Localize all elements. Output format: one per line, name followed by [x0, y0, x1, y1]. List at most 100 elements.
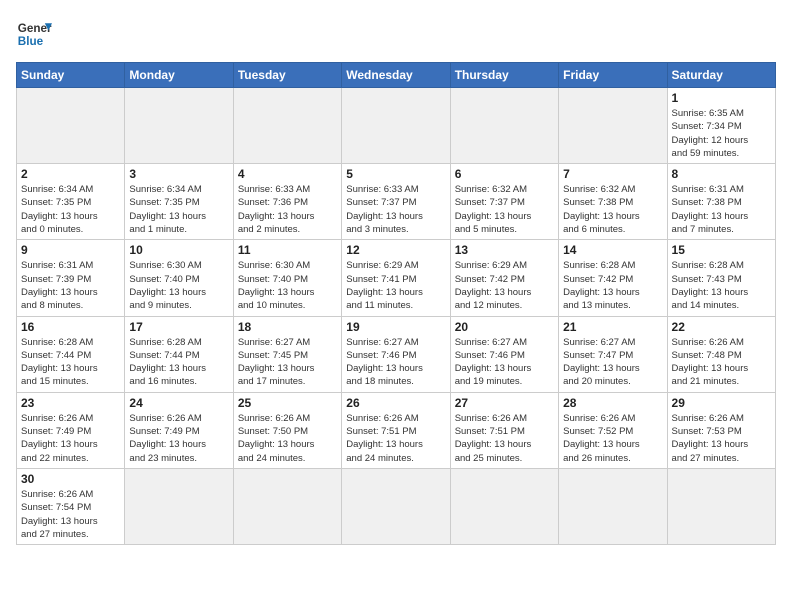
svg-text:Blue: Blue: [18, 35, 44, 48]
calendar-cell: [667, 468, 775, 544]
day-number: 20: [455, 320, 554, 334]
day-info: Sunrise: 6:29 AM Sunset: 7:41 PM Dayligh…: [346, 259, 445, 312]
day-info: Sunrise: 6:34 AM Sunset: 7:35 PM Dayligh…: [21, 183, 120, 236]
day-info: Sunrise: 6:33 AM Sunset: 7:36 PM Dayligh…: [238, 183, 337, 236]
day-number: 23: [21, 396, 120, 410]
calendar-cell: 11 Sunrise: 6:30 AM Sunset: 7:40 PM Dayli…: [233, 240, 341, 316]
day-number: 27: [455, 396, 554, 410]
day-number: 30: [21, 472, 120, 486]
day-number: 10: [129, 243, 228, 257]
day-number: 7: [563, 167, 662, 181]
calendar-cell: [450, 468, 558, 544]
day-number: 22: [672, 320, 771, 334]
weekday-header-thursday: Thursday: [450, 63, 558, 88]
calendar-cell: 8 Sunrise: 6:31 AM Sunset: 7:38 PM Daylig…: [667, 164, 775, 240]
day-info: Sunrise: 6:26 AM Sunset: 7:53 PM Dayligh…: [672, 412, 771, 465]
calendar-cell: 21 Sunrise: 6:27 AM Sunset: 7:47 PM Dayli…: [559, 316, 667, 392]
day-number: 9: [21, 243, 120, 257]
calendar-cell: 28 Sunrise: 6:26 AM Sunset: 7:52 PM Dayli…: [559, 392, 667, 468]
day-info: Sunrise: 6:26 AM Sunset: 7:50 PM Dayligh…: [238, 412, 337, 465]
calendar-cell: 1 Sunrise: 6:35 AM Sunset: 7:34 PM Daylig…: [667, 88, 775, 164]
calendar-cell: 26 Sunrise: 6:26 AM Sunset: 7:51 PM Dayli…: [342, 392, 450, 468]
calendar-cell: 30 Sunrise: 6:26 AM Sunset: 7:54 PM Dayli…: [17, 468, 125, 544]
calendar-cell: 29Sunrise: 6:26 AM Sunset: 7:53 PM Dayli…: [667, 392, 775, 468]
calendar-cell: [233, 88, 341, 164]
day-number: 14: [563, 243, 662, 257]
calendar-cell: [559, 468, 667, 544]
calendar-cell: 2Sunrise: 6:34 AM Sunset: 7:35 PM Daylig…: [17, 164, 125, 240]
day-info: Sunrise: 6:30 AM Sunset: 7:40 PM Dayligh…: [238, 259, 337, 312]
calendar-cell: 18 Sunrise: 6:27 AM Sunset: 7:45 PM Dayli…: [233, 316, 341, 392]
calendar-cell: 9Sunrise: 6:31 AM Sunset: 7:39 PM Daylig…: [17, 240, 125, 316]
day-number: 18: [238, 320, 337, 334]
day-info: Sunrise: 6:27 AM Sunset: 7:45 PM Dayligh…: [238, 336, 337, 389]
day-info: Sunrise: 6:32 AM Sunset: 7:38 PM Dayligh…: [563, 183, 662, 236]
day-number: 13: [455, 243, 554, 257]
calendar-cell: 7 Sunrise: 6:32 AM Sunset: 7:38 PM Daylig…: [559, 164, 667, 240]
calendar-cell: 19 Sunrise: 6:27 AM Sunset: 7:46 PM Dayli…: [342, 316, 450, 392]
day-number: 5: [346, 167, 445, 181]
day-info: Sunrise: 6:28 AM Sunset: 7:43 PM Dayligh…: [672, 259, 771, 312]
day-info: Sunrise: 6:27 AM Sunset: 7:47 PM Dayligh…: [563, 336, 662, 389]
day-info: Sunrise: 6:33 AM Sunset: 7:37 PM Dayligh…: [346, 183, 445, 236]
day-number: 15: [672, 243, 771, 257]
day-info: Sunrise: 6:26 AM Sunset: 7:49 PM Dayligh…: [129, 412, 228, 465]
calendar-cell: 14 Sunrise: 6:28 AM Sunset: 7:42 PM Dayli…: [559, 240, 667, 316]
calendar-cell: 23 Sunrise: 6:26 AM Sunset: 7:49 PM Dayli…: [17, 392, 125, 468]
day-number: 1: [672, 91, 771, 105]
calendar-cell: 10 Sunrise: 6:30 AM Sunset: 7:40 PM Dayli…: [125, 240, 233, 316]
calendar-table: SundayMondayTuesdayWednesdayThursdayFrid…: [16, 62, 776, 545]
calendar-cell: 15 Sunrise: 6:28 AM Sunset: 7:43 PM Dayli…: [667, 240, 775, 316]
day-number: 24: [129, 396, 228, 410]
weekday-header-sunday: Sunday: [17, 63, 125, 88]
calendar-cell: 4Sunrise: 6:33 AM Sunset: 7:36 PM Daylig…: [233, 164, 341, 240]
day-info: Sunrise: 6:28 AM Sunset: 7:42 PM Dayligh…: [563, 259, 662, 312]
day-info: Sunrise: 6:26 AM Sunset: 7:49 PM Dayligh…: [21, 412, 120, 465]
calendar-cell: [559, 88, 667, 164]
day-info: Sunrise: 6:26 AM Sunset: 7:51 PM Dayligh…: [346, 412, 445, 465]
day-info: Sunrise: 6:28 AM Sunset: 7:44 PM Dayligh…: [21, 336, 120, 389]
day-number: 28: [563, 396, 662, 410]
calendar-cell: 16Sunrise: 6:28 AM Sunset: 7:44 PM Dayli…: [17, 316, 125, 392]
day-info: Sunrise: 6:31 AM Sunset: 7:38 PM Dayligh…: [672, 183, 771, 236]
day-info: Sunrise: 6:27 AM Sunset: 7:46 PM Dayligh…: [346, 336, 445, 389]
calendar-cell: 20 Sunrise: 6:27 AM Sunset: 7:46 PM Dayli…: [450, 316, 558, 392]
calendar-cell: 13 Sunrise: 6:29 AM Sunset: 7:42 PM Dayli…: [450, 240, 558, 316]
calendar-cell: 22 Sunrise: 6:26 AM Sunset: 7:48 PM Dayli…: [667, 316, 775, 392]
day-info: Sunrise: 6:26 AM Sunset: 7:54 PM Dayligh…: [21, 488, 120, 541]
day-number: 17: [129, 320, 228, 334]
calendar-cell: [125, 88, 233, 164]
logo-icon: General Blue: [16, 16, 52, 52]
calendar-cell: 6 Sunrise: 6:32 AM Sunset: 7:37 PM Daylig…: [450, 164, 558, 240]
day-number: 12: [346, 243, 445, 257]
weekday-header-monday: Monday: [125, 63, 233, 88]
calendar-cell: [342, 468, 450, 544]
day-info: Sunrise: 6:26 AM Sunset: 7:51 PM Dayligh…: [455, 412, 554, 465]
day-info: Sunrise: 6:26 AM Sunset: 7:48 PM Dayligh…: [672, 336, 771, 389]
day-info: Sunrise: 6:32 AM Sunset: 7:37 PM Dayligh…: [455, 183, 554, 236]
calendar-cell: [17, 88, 125, 164]
weekday-header-wednesday: Wednesday: [342, 63, 450, 88]
day-number: 6: [455, 167, 554, 181]
day-number: 8: [672, 167, 771, 181]
day-info: Sunrise: 6:34 AM Sunset: 7:35 PM Dayligh…: [129, 183, 228, 236]
weekday-header-tuesday: Tuesday: [233, 63, 341, 88]
calendar-cell: 24 Sunrise: 6:26 AM Sunset: 7:49 PM Dayli…: [125, 392, 233, 468]
day-info: Sunrise: 6:30 AM Sunset: 7:40 PM Dayligh…: [129, 259, 228, 312]
day-number: 19: [346, 320, 445, 334]
calendar-cell: 25Sunrise: 6:26 AM Sunset: 7:50 PM Dayli…: [233, 392, 341, 468]
day-info: Sunrise: 6:29 AM Sunset: 7:42 PM Dayligh…: [455, 259, 554, 312]
calendar-cell: [450, 88, 558, 164]
day-info: Sunrise: 6:35 AM Sunset: 7:34 PM Dayligh…: [672, 107, 771, 160]
weekday-header-friday: Friday: [559, 63, 667, 88]
day-info: Sunrise: 6:27 AM Sunset: 7:46 PM Dayligh…: [455, 336, 554, 389]
page-header: General Blue: [16, 16, 776, 52]
calendar-cell: 27 Sunrise: 6:26 AM Sunset: 7:51 PM Dayli…: [450, 392, 558, 468]
day-number: 26: [346, 396, 445, 410]
day-number: 21: [563, 320, 662, 334]
day-info: Sunrise: 6:28 AM Sunset: 7:44 PM Dayligh…: [129, 336, 228, 389]
day-number: 11: [238, 243, 337, 257]
day-info: Sunrise: 6:26 AM Sunset: 7:52 PM Dayligh…: [563, 412, 662, 465]
day-number: 3: [129, 167, 228, 181]
calendar-cell: [342, 88, 450, 164]
